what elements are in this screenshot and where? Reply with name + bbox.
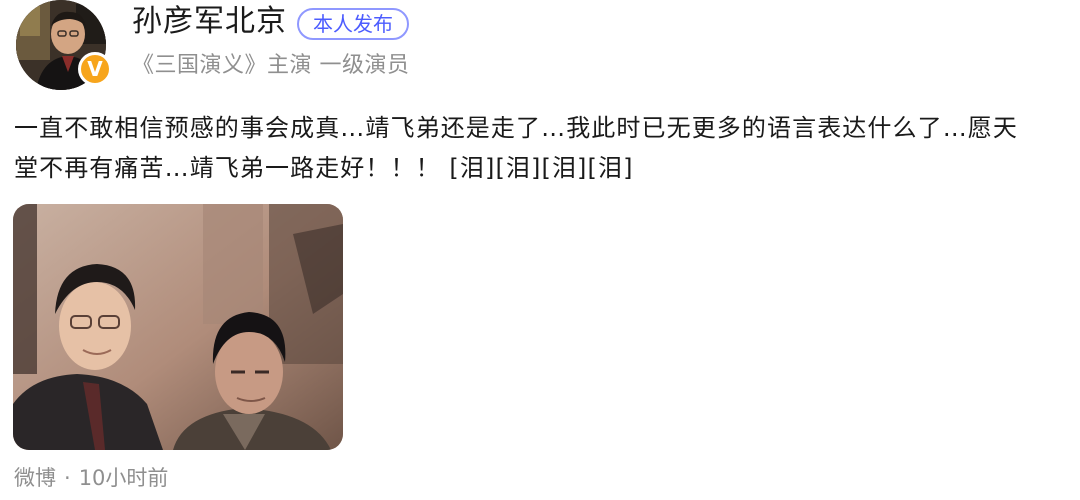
post-image[interactable] (13, 204, 343, 450)
post-text: 一直不敢相信预感的事会成真…靖飞弟还是走了…我此时已无更多的语言表达什么了…愿天… (14, 108, 1070, 188)
post-text-line: 堂不再有痛苦…靖飞弟一路走好！！！ [泪][泪][泪][泪] (14, 154, 634, 182)
author-name[interactable]: 孙彦军北京 (132, 2, 287, 42)
weibo-post: V 孙彦军北京 本人发布 《三国演义》主演 一级演员 一直不敢相信预感的事会成真… (0, 0, 1080, 500)
footer-separator: · (64, 466, 71, 490)
verified-badge-icon: V (78, 52, 112, 86)
post-photo-graphic (13, 204, 343, 450)
post-source[interactable]: 微博 (14, 466, 56, 490)
author-avatar-container[interactable]: V (16, 0, 112, 92)
post-text-line: 一直不敢相信预感的事会成真…靖飞弟还是走了…我此时已无更多的语言表达什么了…愿天 (14, 114, 1018, 142)
post-time[interactable]: 10小时前 (79, 466, 169, 490)
post-footer: 微博 · 10小时前 (14, 462, 168, 494)
author-description: 《三国演义》主演 一级演员 (132, 53, 410, 78)
self-published-tag: 本人发布 (297, 8, 409, 40)
